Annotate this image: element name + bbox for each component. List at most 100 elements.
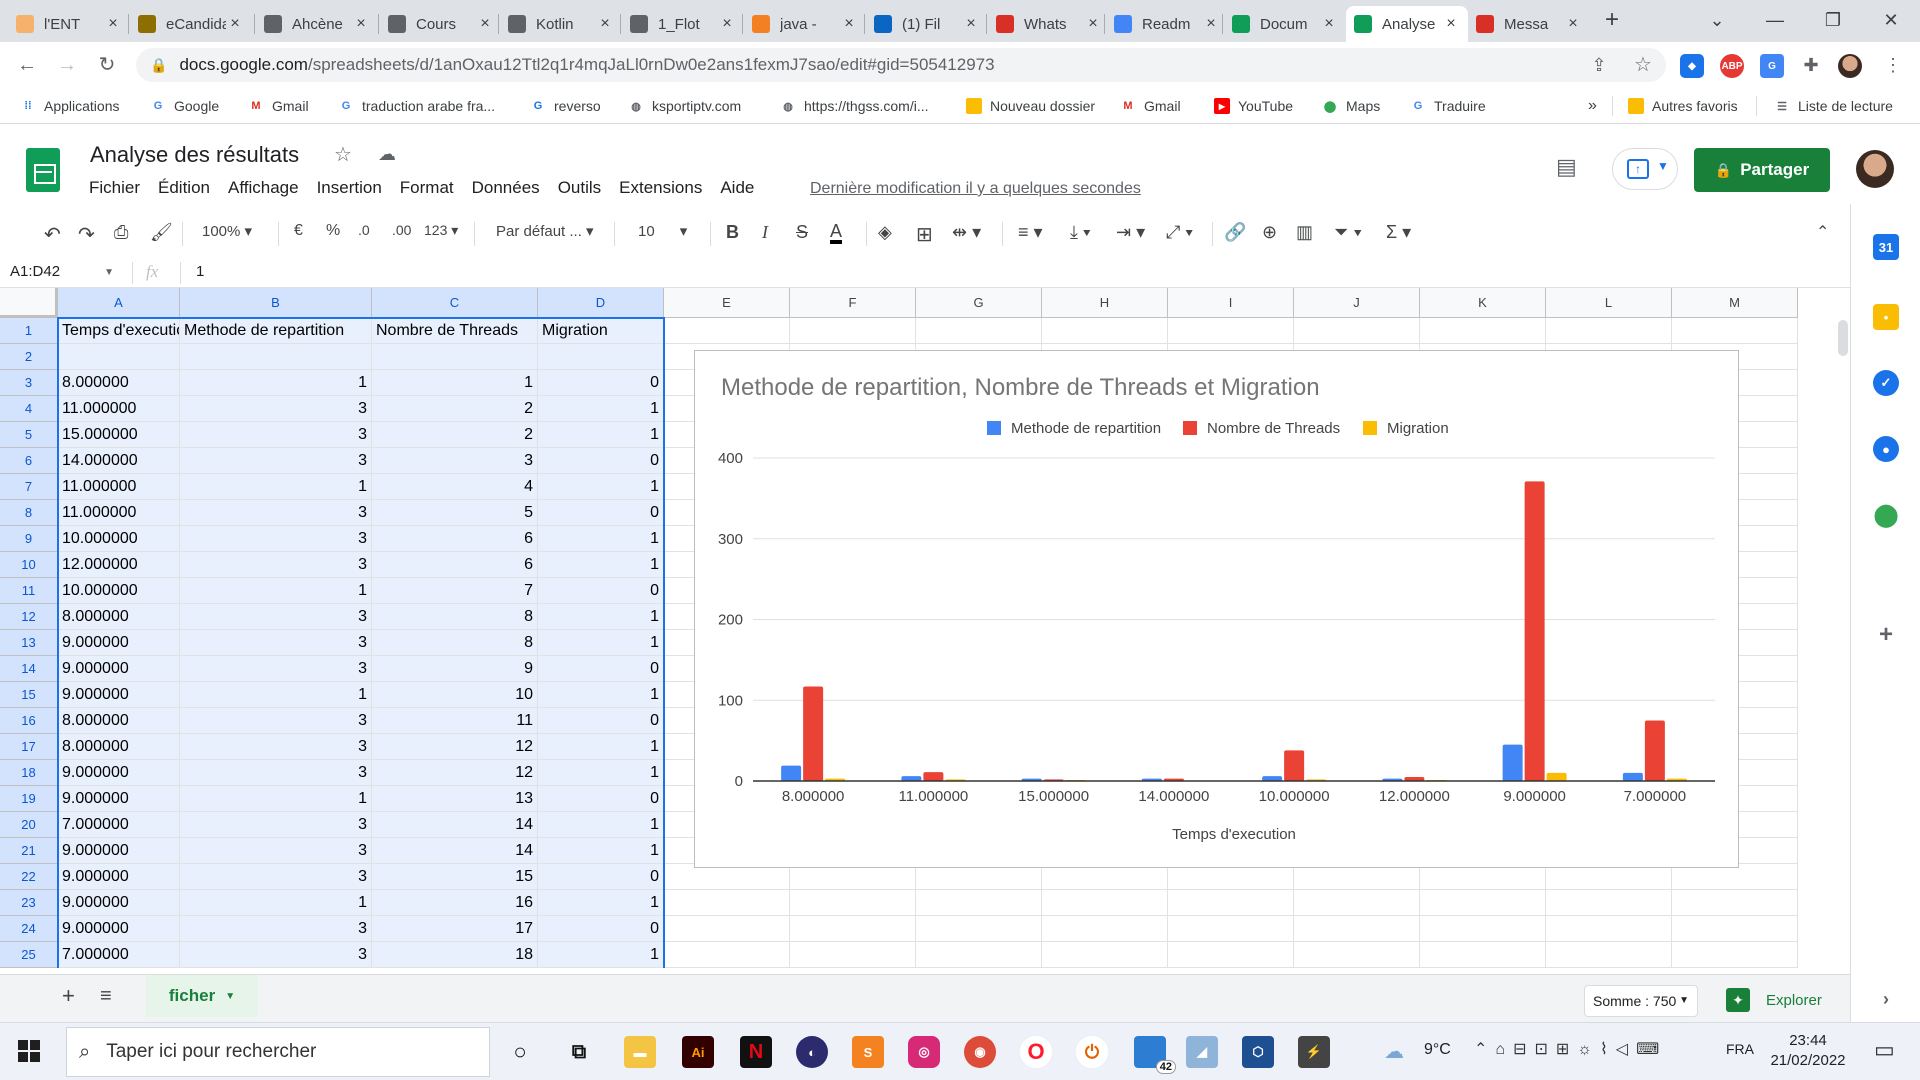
language-indicator[interactable]: FRA <box>1726 1041 1754 1057</box>
percent-button[interactable]: % <box>326 222 340 240</box>
cell[interactable]: 3 <box>180 656 372 682</box>
cell[interactable]: 5 <box>372 500 538 526</box>
cell[interactable]: 9.000000 <box>58 630 180 656</box>
cell[interactable]: 8.000000 <box>58 708 180 734</box>
close-tab-icon[interactable]: × <box>962 15 980 33</box>
text-color-button[interactable]: A <box>830 222 843 244</box>
close-tab-icon[interactable]: × <box>1564 15 1582 33</box>
cloud-status-icon[interactable]: ☁ <box>378 144 396 165</box>
cell[interactable]: 0 <box>538 786 664 812</box>
strikethrough-button[interactable]: S <box>796 222 808 243</box>
cell[interactable] <box>1294 942 1420 968</box>
vertical-scrollbar[interactable] <box>1838 320 1848 356</box>
redo-icon[interactable]: ↷ <box>78 222 95 247</box>
cell[interactable] <box>790 318 916 344</box>
sublime-icon[interactable]: S <box>852 1036 884 1068</box>
select-all-corner[interactable] <box>0 288 58 318</box>
cell[interactable] <box>1042 890 1168 916</box>
cell[interactable]: 1 <box>180 682 372 708</box>
fill-color-icon[interactable]: ◈ <box>878 222 892 243</box>
cell[interactable]: 0 <box>538 578 664 604</box>
column-header[interactable]: C <box>372 288 538 318</box>
app-icon[interactable]: ⚡ <box>1298 1036 1330 1068</box>
cell[interactable]: 9 <box>372 656 538 682</box>
cell[interactable]: 3 <box>180 942 372 968</box>
cell[interactable]: 4 <box>372 474 538 500</box>
cell[interactable]: 11.000000 <box>58 474 180 500</box>
taskbar-search[interactable]: ⌕ Taper ici pour rechercher <box>66 1027 490 1077</box>
menu-item[interactable]: Aide <box>720 178 754 198</box>
text-rotate-icon[interactable]: ⤢ ▾ <box>1166 222 1193 243</box>
bookmark-item[interactable]: M Gmail <box>1120 96 1180 116</box>
cell[interactable] <box>1168 916 1294 942</box>
cell[interactable] <box>1546 318 1672 344</box>
url-bar[interactable]: 🔒 docs.google.com/spreadsheets/d/1anOxau… <box>136 48 1666 82</box>
cell[interactable]: 1 <box>538 812 664 838</box>
tasks-icon[interactable]: ✓ <box>1873 370 1899 396</box>
cell[interactable] <box>1294 916 1420 942</box>
cell[interactable]: 14.000000 <box>58 448 180 474</box>
browser-tab[interactable]: Analyse × <box>1346 6 1468 42</box>
cell[interactable]: 0 <box>538 916 664 942</box>
cell[interactable] <box>1672 890 1798 916</box>
row-header[interactable]: 13 <box>0 630 58 656</box>
cell[interactable]: 12 <box>372 760 538 786</box>
cell[interactable] <box>1546 890 1672 916</box>
row-header[interactable]: 10 <box>0 552 58 578</box>
comments-icon[interactable]: ▤ <box>1556 154 1577 180</box>
cell[interactable] <box>1420 318 1546 344</box>
menu-item[interactable]: Format <box>400 178 454 198</box>
print-icon[interactable]: ⎙ <box>114 222 128 243</box>
other-bookmarks[interactable]: Autres favoris <box>1628 96 1738 116</box>
last-modified-link[interactable]: Dernière modification il y a quelques se… <box>810 180 1141 198</box>
cell[interactable] <box>1672 916 1798 942</box>
cell[interactable]: 9.000000 <box>58 656 180 682</box>
font-size-select[interactable]: 10 ▾ <box>638 222 702 240</box>
cell[interactable]: 3 <box>180 552 372 578</box>
add-addon-icon[interactable]: + <box>1873 621 1899 648</box>
weather-temp[interactable]: 9°C <box>1424 1041 1451 1059</box>
opera-icon[interactable]: O <box>1020 1036 1052 1068</box>
cell[interactable]: 1 <box>538 682 664 708</box>
cell[interactable]: 1 <box>538 942 664 968</box>
row-header[interactable]: 18 <box>0 760 58 786</box>
insert-link-icon[interactable]: 🔗 <box>1224 222 1246 243</box>
row-header[interactable]: 3 <box>0 370 58 396</box>
bar[interactable] <box>781 765 802 781</box>
clock[interactable]: 23:44 21/02/2022 <box>1768 1031 1848 1071</box>
cell[interactable] <box>916 318 1042 344</box>
doc-title[interactable]: Analyse des résultats <box>90 142 299 168</box>
calculator-icon[interactable]: 42 <box>1134 1036 1176 1074</box>
column-header[interactable]: L <box>1546 288 1672 318</box>
browser-menu-icon[interactable]: ⋮ <box>1878 50 1908 80</box>
cell[interactable] <box>1546 916 1672 942</box>
cell[interactable]: 15.000000 <box>58 422 180 448</box>
browser-tab[interactable]: 1_Flot × <box>622 6 744 42</box>
cell[interactable]: 1 <box>538 396 664 422</box>
close-tab-icon[interactable]: × <box>596 15 614 33</box>
legend-label[interactable]: Migration <box>1387 420 1449 437</box>
all-sheets-icon[interactable]: ≡ <box>100 985 112 1008</box>
cell[interactable]: 18 <box>372 942 538 968</box>
name-box[interactable]: A1:D42 ▼ <box>10 263 114 280</box>
cell[interactable]: 7 <box>372 578 538 604</box>
cell[interactable]: 3 <box>180 448 372 474</box>
close-tab-icon[interactable]: × <box>476 15 494 33</box>
bookmark-item[interactable]: G Google <box>150 96 219 116</box>
cell[interactable]: 7.000000 <box>58 812 180 838</box>
cell[interactable]: 10.000000 <box>58 578 180 604</box>
bar[interactable] <box>1644 720 1665 781</box>
app-icon[interactable]: ◢ <box>1186 1036 1218 1068</box>
menu-item[interactable]: Outils <box>558 178 601 198</box>
formula-input[interactable]: 1 <box>196 263 204 280</box>
cell[interactable] <box>1420 890 1546 916</box>
cell[interactable]: 0 <box>538 448 664 474</box>
cell[interactable] <box>538 344 664 370</box>
shield-extension-icon[interactable]: ◆ <box>1680 54 1704 78</box>
paint-format-icon[interactable]: 🖌 <box>150 222 173 243</box>
close-tab-icon[interactable]: × <box>104 15 122 33</box>
font-select[interactable]: Par défaut ... ▾ <box>496 222 606 240</box>
browser-tab[interactable]: Readm × <box>1106 6 1228 42</box>
cell[interactable]: 3 <box>180 864 372 890</box>
zoom-select[interactable]: 100% ▾ <box>202 222 252 240</box>
